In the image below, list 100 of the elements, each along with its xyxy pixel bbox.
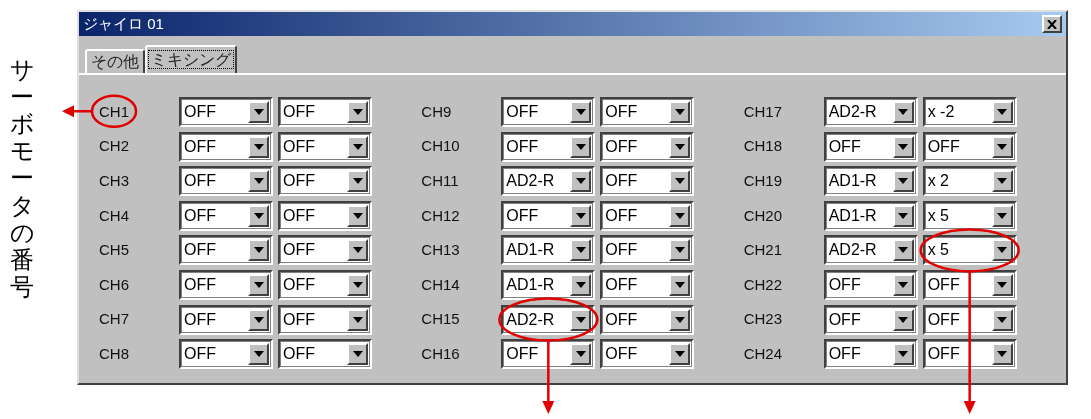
dropdown[interactable]: OFF [278, 166, 372, 197]
dropdown[interactable]: OFF [922, 339, 1017, 370]
dropdown[interactable]: OFF [823, 269, 918, 300]
dropdown[interactable]: OFF [823, 339, 918, 370]
dropdown-button[interactable] [991, 308, 1013, 331]
dropdown[interactable]: OFF [600, 304, 695, 335]
dropdown-button[interactable] [991, 101, 1013, 123]
dropdown[interactable]: OFF [823, 131, 918, 162]
dropdown[interactable]: OFF [823, 304, 918, 335]
dropdown[interactable]: OFF [501, 97, 596, 127]
dropdown[interactable]: OFF [278, 200, 372, 231]
close-button[interactable] [1042, 15, 1062, 33]
dropdown-button[interactable] [570, 308, 592, 331]
dropdown-button[interactable] [248, 101, 269, 123]
dropdown-button[interactable] [892, 204, 914, 227]
dropdown-button[interactable] [669, 204, 691, 227]
dropdown[interactable]: OFF [600, 166, 695, 197]
dropdown[interactable]: OFF [600, 97, 695, 127]
dropdown[interactable]: OFF [922, 131, 1017, 162]
dropdown[interactable]: AD2-R [501, 304, 596, 335]
dropdown[interactable]: OFF [278, 97, 372, 127]
dropdown[interactable]: OFF [179, 269, 273, 300]
dropdown-button[interactable] [991, 204, 1013, 227]
dropdown[interactable]: OFF [179, 131, 273, 162]
dropdown-button[interactable] [892, 273, 914, 296]
dropdown[interactable]: OFF [278, 304, 372, 335]
dropdown-button[interactable] [991, 239, 1013, 262]
dropdown-button[interactable] [669, 170, 691, 193]
dropdown-button[interactable] [669, 343, 691, 366]
dropdown[interactable]: OFF [600, 235, 695, 266]
dropdown-button[interactable] [570, 101, 592, 123]
dropdown-button[interactable] [669, 273, 691, 296]
dropdown-button[interactable] [892, 135, 914, 158]
dropdown-button[interactable] [248, 239, 269, 262]
channel-label: CH15 [421, 310, 460, 328]
dropdown-button[interactable] [248, 273, 269, 296]
dropdown-button[interactable] [892, 343, 914, 366]
dropdown[interactable]: OFF [501, 200, 596, 231]
dropdown[interactable]: OFF [179, 235, 273, 266]
dropdown[interactable]: OFF [278, 339, 372, 370]
dropdown[interactable]: OFF [922, 269, 1017, 300]
dropdown[interactable]: OFF [600, 269, 695, 300]
dropdown[interactable]: AD1-R [823, 200, 918, 231]
dropdown[interactable]: x 5 [922, 235, 1017, 266]
dropdown-button[interactable] [347, 101, 368, 123]
dropdown-button[interactable] [248, 308, 269, 331]
dropdown-button[interactable] [570, 343, 592, 366]
dropdown[interactable]: OFF [600, 339, 695, 370]
dropdown-button[interactable] [669, 239, 691, 262]
dropdown-button[interactable] [892, 239, 914, 262]
dropdown-button[interactable] [991, 273, 1013, 296]
dropdown-button[interactable] [248, 135, 269, 158]
dropdown-button[interactable] [892, 101, 914, 123]
dropdown[interactable]: OFF [278, 235, 372, 266]
dropdown[interactable]: AD2-R [823, 235, 918, 266]
dropdown-button[interactable] [892, 308, 914, 331]
dropdown[interactable]: OFF [179, 200, 273, 231]
dropdown-button[interactable] [248, 204, 269, 227]
dropdown[interactable]: OFF [501, 131, 596, 162]
dropdown-button[interactable] [669, 101, 691, 123]
dropdown[interactable]: OFF [179, 339, 273, 370]
dropdown-button[interactable] [347, 239, 368, 262]
dropdown-button[interactable] [570, 204, 592, 227]
dropdown-button[interactable] [347, 135, 368, 158]
dropdown[interactable]: AD1-R [823, 166, 918, 197]
dropdown[interactable]: OFF [179, 97, 273, 127]
dropdown-button[interactable] [347, 170, 368, 193]
dropdown-button[interactable] [892, 170, 914, 193]
dropdown-button[interactable] [570, 170, 592, 193]
dropdown[interactable]: AD2-R [501, 166, 596, 197]
dropdown-button[interactable] [570, 239, 592, 262]
dropdown[interactable]: OFF [600, 200, 695, 231]
dropdown[interactable]: OFF [922, 304, 1017, 335]
dropdown[interactable]: OFF [179, 166, 273, 197]
dropdown-button[interactable] [570, 273, 592, 296]
dropdown-button[interactable] [347, 273, 368, 296]
dropdown-button[interactable] [570, 135, 592, 158]
dropdown[interactable]: AD2-R [823, 97, 918, 127]
tab[interactable]: その他 [85, 49, 145, 73]
dropdown[interactable]: x 5 [922, 200, 1017, 231]
dropdown[interactable]: OFF [179, 304, 273, 335]
dropdown[interactable]: OFF [501, 339, 596, 370]
dropdown-button[interactable] [991, 343, 1013, 366]
dropdown-button[interactable] [347, 204, 368, 227]
dropdown-button[interactable] [248, 343, 269, 366]
dropdown[interactable]: OFF [600, 131, 695, 162]
dropdown[interactable]: x -2 [922, 97, 1017, 127]
dropdown-button[interactable] [669, 135, 691, 158]
dropdown[interactable]: x 2 [922, 166, 1017, 197]
dropdown-button[interactable] [991, 170, 1013, 193]
dropdown[interactable]: OFF [278, 131, 372, 162]
tab[interactable]: ミキシング [145, 45, 237, 73]
dropdown-button[interactable] [991, 135, 1013, 158]
dropdown[interactable]: AD1-R [501, 235, 596, 266]
dropdown-button[interactable] [248, 170, 269, 193]
dropdown[interactable]: OFF [278, 269, 372, 300]
dropdown-button[interactable] [669, 308, 691, 331]
dropdown-button[interactable] [347, 308, 368, 331]
dropdown[interactable]: AD1-R [501, 269, 596, 300]
dropdown-button[interactable] [347, 343, 368, 366]
